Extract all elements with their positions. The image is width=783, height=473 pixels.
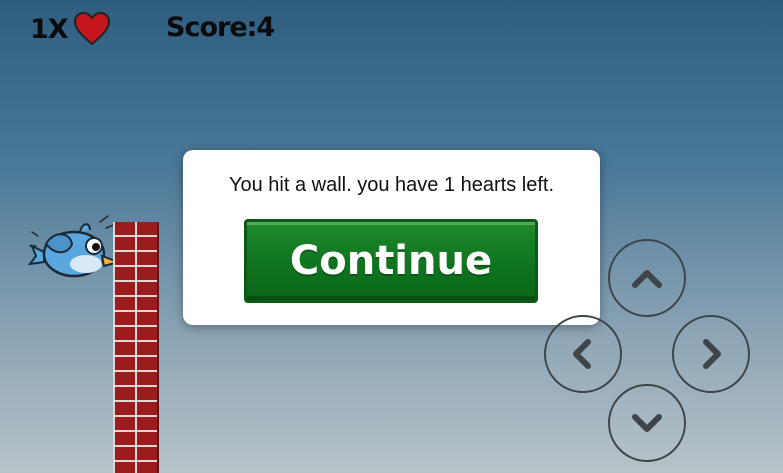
heart-icon — [73, 12, 110, 46]
brick-wall — [113, 222, 159, 473]
left-button[interactable] — [544, 315, 622, 393]
lives-indicator: 1X — [30, 12, 110, 46]
up-arrow-icon — [632, 270, 662, 288]
score-display: Score:4 — [166, 12, 275, 43]
left-arrow-icon — [573, 339, 591, 369]
right-button[interactable] — [672, 315, 750, 393]
right-arrow-icon — [703, 339, 721, 369]
down-arrow-icon — [632, 414, 662, 432]
dialog-message: You hit a wall. you have 1 hearts left. — [228, 174, 555, 196]
bird-player — [28, 215, 122, 278]
down-button[interactable] — [608, 384, 686, 462]
lives-count: 1X — [30, 13, 69, 45]
up-button[interactable] — [608, 239, 686, 317]
game-scene: 1X Score:4 You hit a wall. you have 1 he — [0, 0, 783, 473]
continue-button[interactable]: Continue — [244, 219, 538, 303]
hit-wall-dialog: You hit a wall. you have 1 hearts left. … — [183, 150, 600, 325]
